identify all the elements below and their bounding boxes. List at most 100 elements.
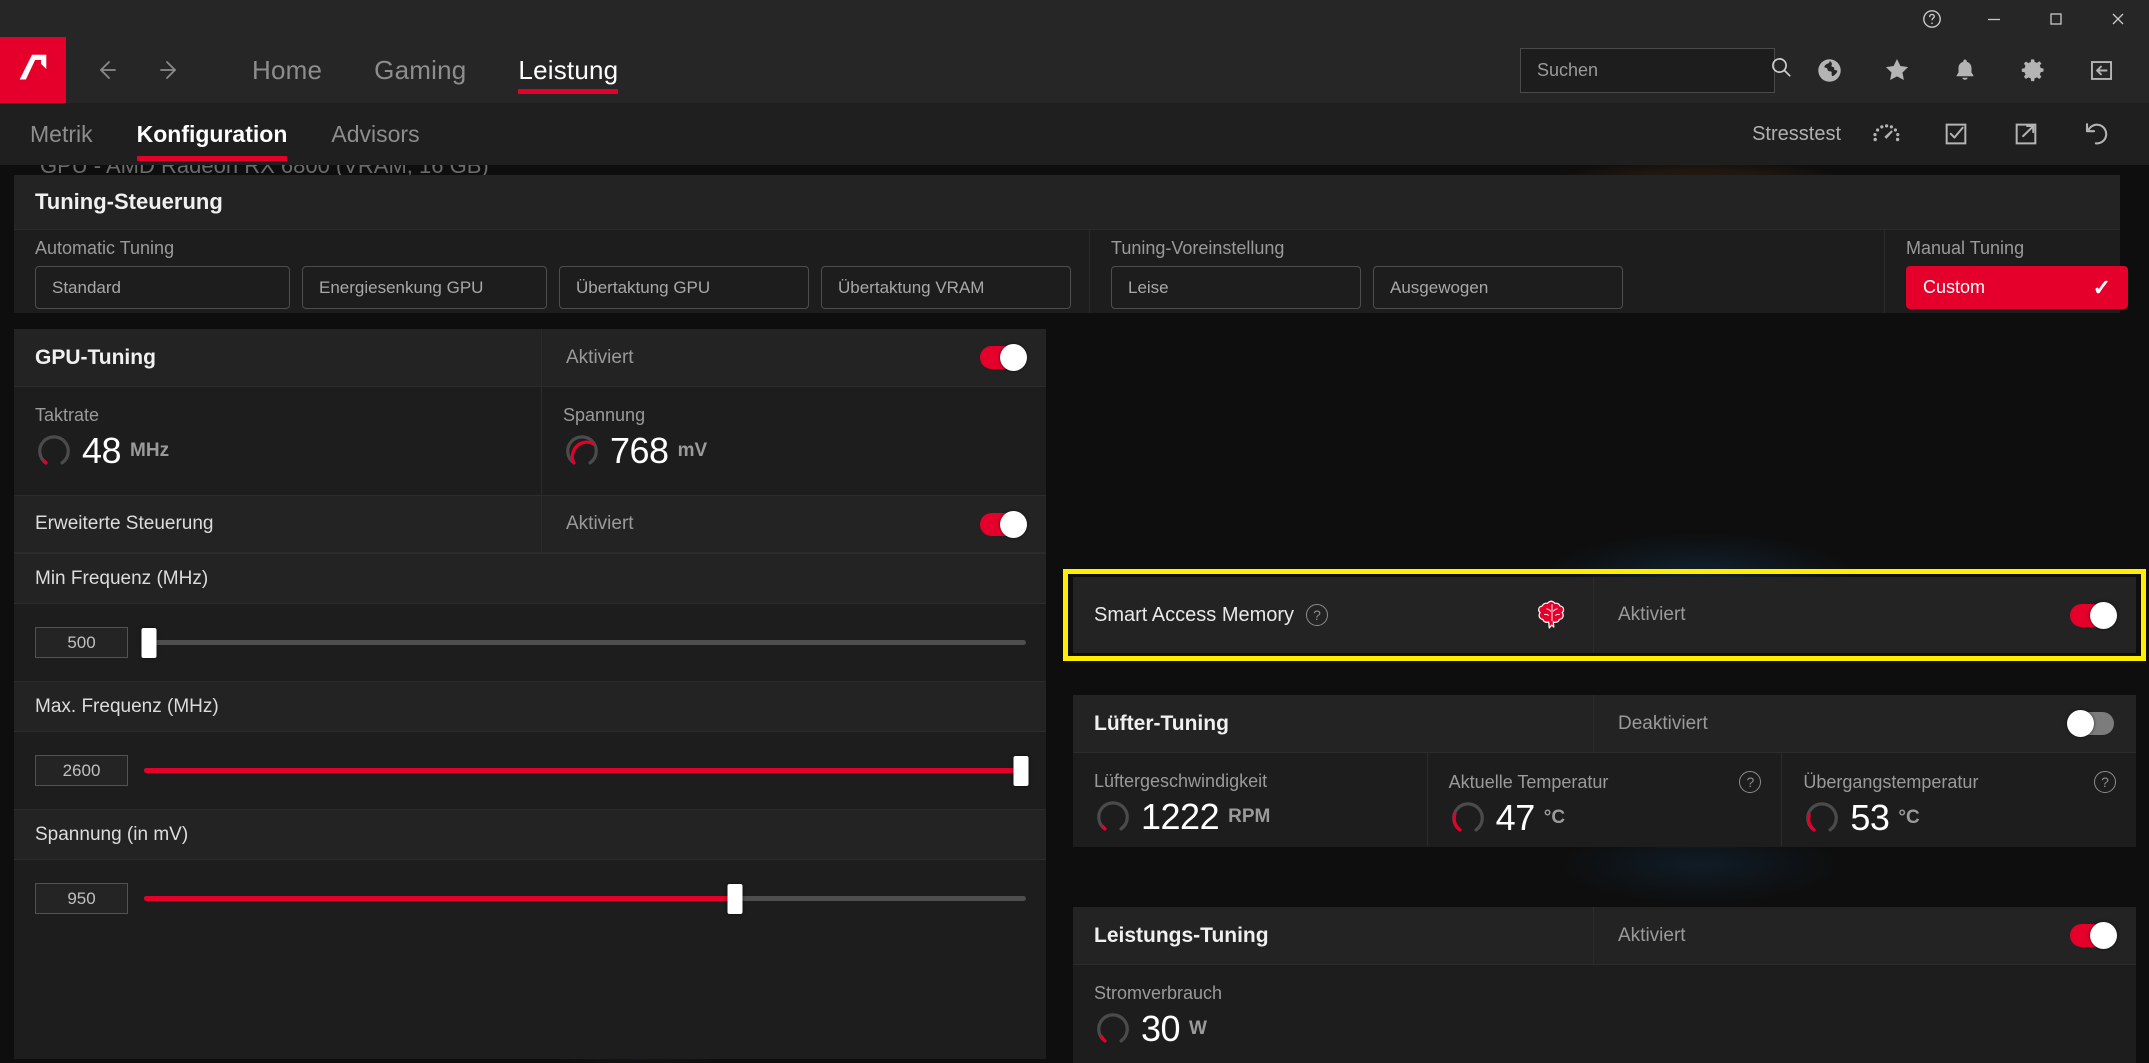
min-frequenz-slider-row: 500 xyxy=(14,604,1046,681)
manual-tuning-custom-button[interactable]: Custom ✓ xyxy=(1906,266,2128,309)
smart-access-memory-toggle[interactable] xyxy=(2070,601,2117,629)
smart-access-memory-panel: Smart Access Memory ? Aktiviert xyxy=(1073,577,2136,653)
preset-leise-button[interactable]: Leise xyxy=(1111,266,1361,309)
stromverbrauch-gauge-icon xyxy=(1097,1013,1129,1043)
metric-taktrate-label: Taktrate xyxy=(35,405,100,425)
gear-icon[interactable] xyxy=(1999,37,2067,103)
max-frequenz-value[interactable]: 2600 xyxy=(35,755,128,786)
tab-konfiguration[interactable]: Konfiguration xyxy=(115,103,310,165)
metric-ubergangstemperatur-value: 53 xyxy=(1850,797,1890,838)
metric-aktuelle-temperatur-unit: °C xyxy=(1543,807,1566,828)
metric-luftergeschwindigkeit: Lüftergeschwindigkeit 1222 RPM xyxy=(1073,753,1427,846)
help-icon[interactable]: ? xyxy=(2094,771,2117,793)
auto-tuning-uebertaktung-gpu-button[interactable]: Übertaktung GPU xyxy=(559,266,809,309)
apply-changes-icon[interactable] xyxy=(1921,103,1991,165)
metric-taktrate: Taktrate 48 MHz xyxy=(14,387,541,495)
taktrate-gauge-icon xyxy=(38,435,70,465)
help-icon[interactable]: ? xyxy=(1306,604,1329,626)
check-icon: ✓ xyxy=(2092,274,2111,300)
tuning-preset-section: Tuning-Voreinstellung Leise Ausgewogen xyxy=(1090,230,1885,313)
automatic-tuning-section: Automatic Tuning Standard Energiesenkung… xyxy=(14,230,1090,313)
manual-tuning-section: Manual Tuning Custom ✓ xyxy=(1885,230,2146,313)
export-icon[interactable] xyxy=(1991,103,2061,165)
metric-stromverbrauch: Stromverbrauch 30 W xyxy=(1073,965,2136,1063)
metric-spannung-unit: mV xyxy=(677,440,708,461)
nav-link-home[interactable]: Home xyxy=(226,37,348,103)
tuning-control-title: Tuning-Steuerung xyxy=(14,175,2120,230)
help-icon[interactable] xyxy=(1901,0,1963,37)
gpu-tuning-panel: GPU-Tuning Aktiviert Taktrate 48 MHz Spa… xyxy=(14,329,1046,1059)
auto-tuning-energiesenkung-gpu-button[interactable]: Energiesenkung GPU xyxy=(302,266,547,309)
smart-access-memory-title: Smart Access Memory xyxy=(1094,603,1295,626)
amd-logo-icon[interactable] xyxy=(0,37,66,103)
metric-luftergeschwindigkeit-label: Lüftergeschwindigkeit xyxy=(1094,771,1268,791)
smart-access-memory-state-label: Aktiviert xyxy=(1618,604,1686,625)
nav-link-gaming-label: Gaming xyxy=(374,54,467,85)
gpu-tuning-toggle[interactable] xyxy=(980,344,1027,371)
help-icon[interactable]: ? xyxy=(1739,771,1762,793)
performance-tuning-title: Leistungs-Tuning xyxy=(1094,923,1269,947)
fan-tuning-title: Lüfter-Tuning xyxy=(1094,711,1229,735)
fan-tuning-state-row: Deaktiviert xyxy=(1593,695,2136,752)
smart-access-memory-title-row: Smart Access Memory ? xyxy=(1073,577,1593,653)
nav-back-icon[interactable] xyxy=(78,37,132,103)
metric-ubergangstemperatur-unit: °C xyxy=(1898,807,1920,828)
bell-icon[interactable] xyxy=(1931,37,1999,103)
max-frequenz-slider[interactable] xyxy=(144,755,1029,786)
tab-konfiguration-label: Konfiguration xyxy=(136,120,288,147)
advanced-control-state-label: Aktiviert xyxy=(566,513,634,534)
search-input[interactable] xyxy=(1537,59,1769,81)
gpu-tuning-state-label: Aktiviert xyxy=(566,346,634,368)
collapse-panel-icon[interactable] xyxy=(2067,37,2135,103)
search-icon[interactable] xyxy=(1769,55,1794,85)
subnav-right-cluster: Stresstest xyxy=(1752,103,2149,165)
nav-forward-icon[interactable] xyxy=(144,37,198,103)
star-icon[interactable] xyxy=(1863,37,1931,103)
metric-stromverbrauch-value: 30 xyxy=(1141,1008,1181,1049)
gauge-icon[interactable] xyxy=(1851,103,1921,165)
tab-advisors[interactable]: Advisors xyxy=(309,103,441,165)
close-icon[interactable] xyxy=(2087,0,2149,37)
sub-navigation-bar: Metrik Konfiguration Advisors Stresstest xyxy=(0,103,2149,165)
tab-metrik[interactable]: Metrik xyxy=(8,103,115,165)
fan-tuning-panel: Lüfter-Tuning Deaktiviert Lüftergeschwin… xyxy=(1073,695,2136,847)
search-box[interactable] xyxy=(1520,47,1791,93)
tuning-preset-label: Tuning-Voreinstellung xyxy=(1111,238,1285,258)
min-frequenz-slider[interactable] xyxy=(141,627,1026,658)
spannung-mv-slider-thumb[interactable] xyxy=(727,883,743,914)
reset-icon[interactable] xyxy=(2061,103,2131,165)
gpu-tuning-title: GPU-Tuning xyxy=(35,345,156,369)
globe-icon[interactable] xyxy=(1795,37,1863,103)
nav-right-cluster xyxy=(1520,37,2149,103)
metric-taktrate-value: 48 xyxy=(82,430,122,471)
spannung-mv-slider-row: 950 xyxy=(14,860,1046,937)
metric-aktuelle-temperatur-value: 47 xyxy=(1495,797,1536,838)
nav-link-gaming[interactable]: Gaming xyxy=(348,37,492,103)
maximize-icon[interactable] xyxy=(2025,0,2087,37)
metric-spannung: Spannung 768 mV xyxy=(541,387,1046,495)
title-bar xyxy=(0,0,2149,37)
metric-luftergeschwindigkeit-value: 1222 xyxy=(1141,796,1220,837)
fan-tuning-metrics: Lüftergeschwindigkeit 1222 RPM Aktuelle … xyxy=(1073,753,2136,846)
nav-links: Home Gaming Leistung xyxy=(226,37,644,103)
metric-ubergangstemperatur-label: Übergangstemperatur xyxy=(1803,771,1979,792)
minimize-icon[interactable] xyxy=(1963,0,2025,37)
max-frequenz-slider-thumb[interactable] xyxy=(1013,755,1029,786)
nav-link-leistung[interactable]: Leistung xyxy=(492,37,644,103)
spannung-mv-slider[interactable] xyxy=(144,883,1026,914)
auto-tuning-uebertaktung-vram-button[interactable]: Übertaktung VRAM xyxy=(821,266,1071,309)
brain-icon xyxy=(1538,600,1565,629)
preset-ausgewogen-button[interactable]: Ausgewogen xyxy=(1373,266,1623,309)
metric-stromverbrauch-label: Stromverbrauch xyxy=(1094,983,1223,1003)
content-area: GPU - AMD Radeon RX 6800 (VRAM, 16 GB) T… xyxy=(0,165,2149,1063)
ubergangstemperatur-gauge-icon xyxy=(1806,802,1839,832)
performance-tuning-toggle[interactable] xyxy=(2070,922,2117,949)
advanced-control-toggle[interactable] xyxy=(980,510,1027,538)
fan-tuning-toggle[interactable] xyxy=(2067,710,2114,737)
metric-aktuelle-temperatur: Aktuelle Temperatur ? 47 °C xyxy=(1426,753,1782,846)
min-frequenz-value[interactable]: 500 xyxy=(35,627,128,658)
auto-tuning-standard-button[interactable]: Standard xyxy=(35,266,290,309)
performance-tuning-panel: Leistungs-Tuning Aktiviert Stromverbrauc… xyxy=(1073,907,2136,1063)
min-frequenz-slider-thumb[interactable] xyxy=(141,627,157,658)
spannung-mv-value[interactable]: 950 xyxy=(35,883,128,914)
